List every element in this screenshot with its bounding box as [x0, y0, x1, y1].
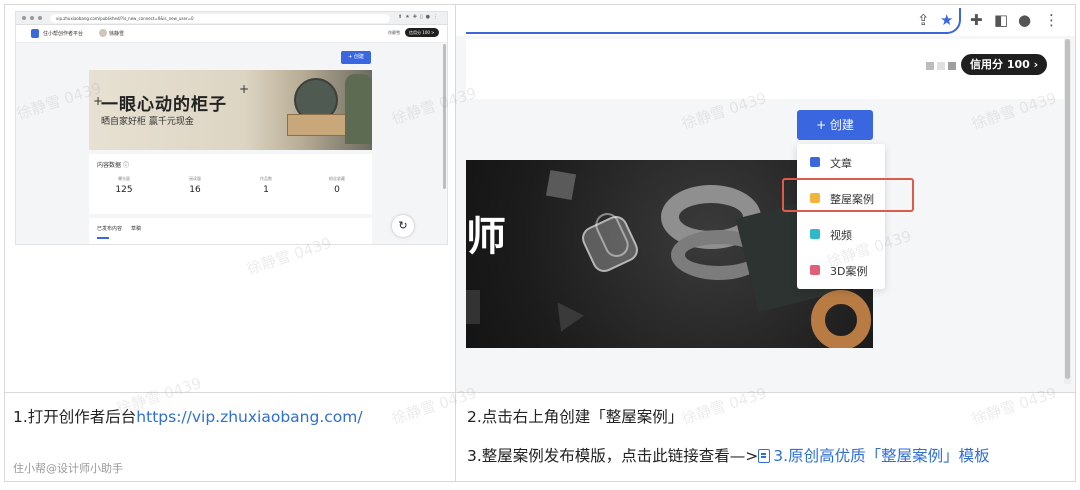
scrollbar[interactable] [1064, 39, 1071, 384]
extension-icon[interactable]: ✚ [970, 11, 983, 29]
banner-spike-shape [546, 294, 584, 332]
column-divider [455, 4, 456, 482]
content-data-card: 内容数据 ⓘ 曝光量 125 阅读量 16 作品数 1 粉丝收藏 0 [89, 154, 372, 214]
banner-plant-image [345, 74, 372, 144]
loading-square-icon [948, 62, 956, 70]
promo-banner[interactable]: + + 一眼心动的柜子 晒自家好柜 赢千元现金 [89, 70, 372, 150]
highlight-box [782, 178, 914, 212]
brand-logo-icon [31, 29, 39, 38]
share-icon[interactable]: ⇪ [917, 11, 930, 29]
help-icon[interactable]: ↻ [392, 215, 414, 237]
stat-reads: 阅读量 16 [189, 176, 201, 195]
menu-item-video[interactable]: 视频 [797, 216, 885, 252]
creator-portal-link[interactable]: https://vip.zhuxiaobang.com/ [136, 408, 362, 426]
menu-item-label: 3D案例 [830, 265, 868, 278]
document-icon [758, 449, 771, 463]
banner-subtitle: 晒自家好柜 赢千元现金 [101, 117, 194, 127]
menu-item-3d-case[interactable]: 3D案例 [797, 252, 885, 288]
banner-text: 师 [466, 214, 506, 260]
profile-icon[interactable]: ● [1018, 11, 1031, 29]
user-name[interactable]: 徐静雪 [109, 30, 124, 37]
video-icon [810, 229, 820, 239]
create-dropdown-menu: 文章 整屋案例 视频 3D案例 [797, 144, 885, 289]
address-bar[interactable]: vip.zhuxiaobang.com/published/?is_new_co… [50, 14, 390, 23]
create-button[interactable]: + 创建 [797, 110, 873, 140]
right-screenshot-panel: ⇪ ★ ✚ ◧ ● ⋮ 信用分 100 › + 创建 师 文章 整屋案例 视频 … [456, 5, 1075, 392]
stat-works: 作品数 1 [260, 176, 272, 195]
forward-icon[interactable] [30, 16, 34, 20]
stat-exposure: 曝光量 125 [115, 176, 133, 195]
question-icon[interactable]: ⓘ [123, 162, 129, 169]
step2-caption: 2.点击右上角创建「整屋案例」 [467, 408, 684, 426]
scrollbar[interactable] [443, 44, 446, 189]
stat-saves: 粉丝收藏 0 [329, 176, 345, 195]
credit-score-badge[interactable]: 信用分 100 › [961, 54, 1048, 75]
article-icon [810, 157, 820, 167]
carousel-dots [484, 340, 553, 348]
browser-toolbar-icons[interactable]: ⬆★✚▯●⋮ [398, 14, 441, 20]
active-tab-indicator [97, 237, 109, 239]
author-credit: 住小帮@设计师小助手 [13, 462, 123, 475]
tab-drafts[interactable]: 草稿 [131, 225, 141, 232]
address-bar-end[interactable] [466, 8, 961, 34]
header-user-name: 徐静雪 [388, 30, 400, 35]
back-icon[interactable] [22, 16, 26, 20]
banner-wood-ring-shape [811, 290, 871, 348]
banner-title: 一眼心动的柜子 [101, 95, 227, 115]
loading-square-icon [937, 62, 945, 70]
create-button[interactable]: + 创建 [341, 51, 371, 64]
app-header: 住小帮创作者平台 徐静雪 徐静雪 信用分 100 > [16, 25, 447, 43]
step3-caption: 3.整屋案例发布模版，点击此链接查看—> 3.原创高优质「整屋案例」模板 [467, 447, 990, 465]
browser-toolbar-zoomed: ⇪ ★ ✚ ◧ ● ⋮ [456, 5, 1075, 36]
menu-item-label: 视频 [830, 229, 852, 242]
left-screenshot-panel: vip.zhuxiaobang.com/published/?is_new_co… [5, 5, 455, 392]
tab-published[interactable]: 已发布内容 [97, 225, 122, 232]
menu-item-article[interactable]: 文章 [797, 144, 885, 180]
user-avatar[interactable] [99, 29, 107, 37]
credit-score-badge[interactable]: 信用分 100 > [405, 28, 439, 37]
menu-item-label: 文章 [830, 157, 852, 170]
content-data-title: 内容数据 ⓘ [97, 162, 129, 169]
content-tabs: 已发布内容 草稿 [89, 218, 372, 244]
row-divider [4, 392, 1076, 393]
reload-icon[interactable] [38, 16, 42, 20]
scrollbar-thumb[interactable] [1065, 39, 1070, 379]
star-icon[interactable]: ★ [940, 11, 953, 29]
loading-square-icon [926, 62, 934, 70]
brand-name: 住小帮创作者平台 [43, 31, 84, 37]
browser-toolbar: vip.zhuxiaobang.com/published/?is_new_co… [16, 12, 447, 25]
sparkle-decoration-icon: + [239, 82, 250, 96]
step1-caption: 1.打开创作者后台https://vip.zhuxiaobang.com/ [13, 408, 363, 426]
banner-block-shape [466, 290, 480, 324]
3d-icon [810, 265, 820, 275]
template-link[interactable]: 3.原创高优质「整屋案例」模板 [758, 447, 990, 465]
more-icon[interactable]: ⋮ [1044, 11, 1059, 29]
creator-dashboard-screenshot: vip.zhuxiaobang.com/published/?is_new_co… [15, 11, 448, 245]
banner-cube-shape [545, 169, 577, 201]
sidepanel-icon[interactable]: ◧ [994, 11, 1008, 29]
